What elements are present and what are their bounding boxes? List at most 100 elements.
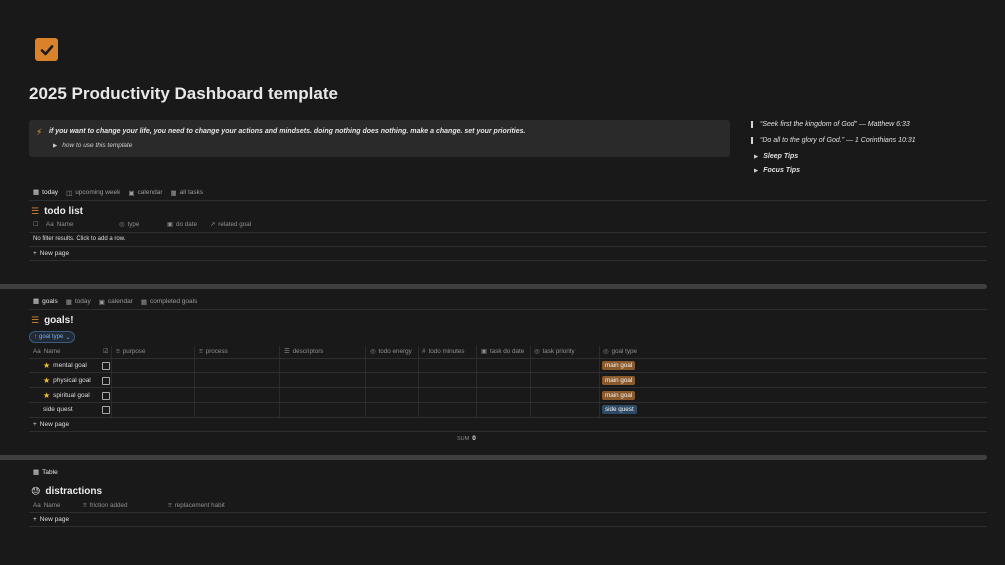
column-friction-added[interactable]: ≡ friction added	[83, 502, 128, 509]
goal-type-tag[interactable]: main goal	[602, 391, 636, 400]
todo-list-title[interactable]: ☰ todo list	[31, 206, 83, 217]
list-icon: ☰	[31, 315, 40, 325]
column-divider	[111, 346, 112, 418]
table-icon: ▦	[33, 298, 40, 305]
column-type[interactable]: ◎ type	[119, 221, 139, 228]
goal-type-tag[interactable]: main goal	[602, 376, 636, 385]
goal-type-tag[interactable]: side quest	[602, 405, 637, 414]
number-icon: #	[422, 348, 426, 355]
text-lines-icon: ≡	[116, 348, 120, 355]
row-checkbox[interactable]	[102, 362, 110, 370]
callout-text: if you want to change your life, you nee…	[49, 128, 526, 135]
column-divider	[194, 346, 195, 418]
row-divider	[29, 260, 987, 261]
todo-new-page-button[interactable]: + New page	[33, 250, 69, 257]
column-task-do-date[interactable]: ▣ task do date	[481, 348, 524, 355]
distractions-new-page-button[interactable]: + New page	[33, 516, 69, 523]
toggle-focus-tips[interactable]: ▶ Focus Tips	[754, 167, 800, 174]
table-icon: ▦	[140, 298, 148, 306]
calendar-icon: ▣	[128, 189, 135, 197]
tab-divider	[29, 200, 987, 201]
column-descriptors[interactable]: ☰ descriptors	[284, 348, 323, 355]
page-icon[interactable]	[35, 38, 58, 61]
text-type-icon: Aa	[33, 502, 41, 509]
column-divider	[365, 346, 366, 418]
section-divider	[0, 455, 987, 460]
calendar-icon: ▣	[167, 221, 173, 228]
row-divider	[29, 372, 987, 373]
column-checkbox[interactable]: ☑	[103, 348, 109, 355]
goal-type-filter[interactable]: ↑ goal type ⌄	[29, 331, 76, 343]
page-title: 2025 Productivity Dashboard template	[29, 84, 338, 103]
text-lines-icon: ≡	[83, 502, 87, 509]
checkmark-icon	[40, 44, 53, 55]
column-name[interactable]: Aa Name	[46, 221, 74, 228]
toggle-how-to-use[interactable]: ▶ how to use this template	[53, 142, 132, 149]
todo-select-all-icon[interactable]: ☐	[33, 221, 39, 228]
plus-icon: +	[33, 250, 37, 257]
table-icon: ▦	[33, 189, 40, 196]
calendar-icon: ▣	[98, 298, 105, 306]
column-divider	[279, 346, 280, 418]
column-divider	[418, 346, 419, 418]
toggle-sleep-tips[interactable]: ▶ Sleep Tips	[754, 153, 798, 160]
star-icon: ★	[43, 361, 51, 370]
toggle-triangle-icon[interactable]: ▶	[754, 154, 758, 160]
checkbox-type-icon: ☑	[103, 348, 109, 355]
text-lines-icon: ≡	[168, 502, 172, 509]
toggle-triangle-icon[interactable]: ▶	[53, 143, 57, 149]
column-process[interactable]: ≡ process	[199, 348, 228, 355]
row-checkbox[interactable]	[102, 377, 110, 385]
empty-state[interactable]: No filter results. Click to add a row.	[33, 236, 125, 242]
lightning-icon: ⚡	[36, 127, 43, 137]
chevron-down-icon: ⌄	[65, 334, 71, 341]
star-icon: ★	[43, 376, 51, 385]
row-checkbox[interactable]	[102, 406, 110, 414]
table-row[interactable]: ★ mental goal	[43, 361, 87, 370]
tab-table[interactable]: ▦ Table	[29, 468, 62, 480]
row-checkbox[interactable]	[102, 392, 110, 400]
column-name[interactable]: Aa Name	[33, 502, 61, 509]
column-name[interactable]: Aa Name	[33, 348, 61, 355]
text-type-icon: Aa	[33, 348, 41, 355]
list-icon: ☰	[31, 206, 40, 216]
table-row[interactable]: side quest	[43, 406, 73, 413]
column-todo-energy[interactable]: ◎ todo energy	[370, 348, 412, 355]
calendar-icon: ▣	[481, 348, 487, 355]
row-divider	[29, 431, 987, 432]
table-icon: ▦	[170, 189, 177, 197]
table-row[interactable]: ★ spiritual goal	[43, 391, 90, 400]
face-emoji-icon: 😓	[31, 486, 41, 496]
select-icon: ◎	[534, 348, 540, 355]
goals-title[interactable]: ☰ goals!	[31, 315, 74, 326]
text-lines-icon: ≡	[199, 348, 203, 355]
column-todo-minutes[interactable]: # todo minutes	[422, 348, 465, 355]
row-divider	[29, 417, 987, 418]
select-icon: ◎	[603, 348, 609, 355]
text-type-icon: Aa	[46, 221, 54, 228]
goal-type-tag[interactable]: main goal	[602, 361, 636, 370]
sort-icon: ↑	[34, 334, 37, 340]
toggle-triangle-icon[interactable]: ▶	[754, 168, 758, 174]
row-divider	[29, 232, 987, 233]
plus-icon: +	[33, 421, 37, 428]
select-icon: ◎	[119, 221, 125, 228]
column-goal-type[interactable]: ◎ goal type	[603, 348, 637, 355]
distractions-title[interactable]: 😓 distractions	[31, 486, 102, 497]
column-replacement-habit[interactable]: ≡ replacement habit	[168, 502, 225, 509]
table-row[interactable]: ★ physical goal	[43, 376, 91, 385]
column-purpose[interactable]: ≡ purpose	[116, 348, 145, 355]
select-icon: ◎	[370, 348, 376, 355]
goals-new-page-button[interactable]: + New page	[33, 421, 69, 428]
column-task-priority[interactable]: ◎ task priority	[534, 348, 575, 355]
row-divider	[29, 246, 987, 247]
callout: ⚡ if you want to change your life, you n…	[29, 120, 730, 157]
column-divider	[599, 346, 600, 418]
star-icon: ★	[43, 391, 51, 400]
table-icon: ▦	[65, 298, 72, 306]
column-related-goal[interactable]: ↗ related goal	[210, 221, 251, 228]
relation-arrow-icon: ↗	[210, 221, 216, 228]
section-divider	[0, 284, 987, 289]
sum-calculation[interactable]: SUM 0	[457, 435, 476, 442]
column-do-date[interactable]: ▣ do date	[167, 221, 197, 228]
